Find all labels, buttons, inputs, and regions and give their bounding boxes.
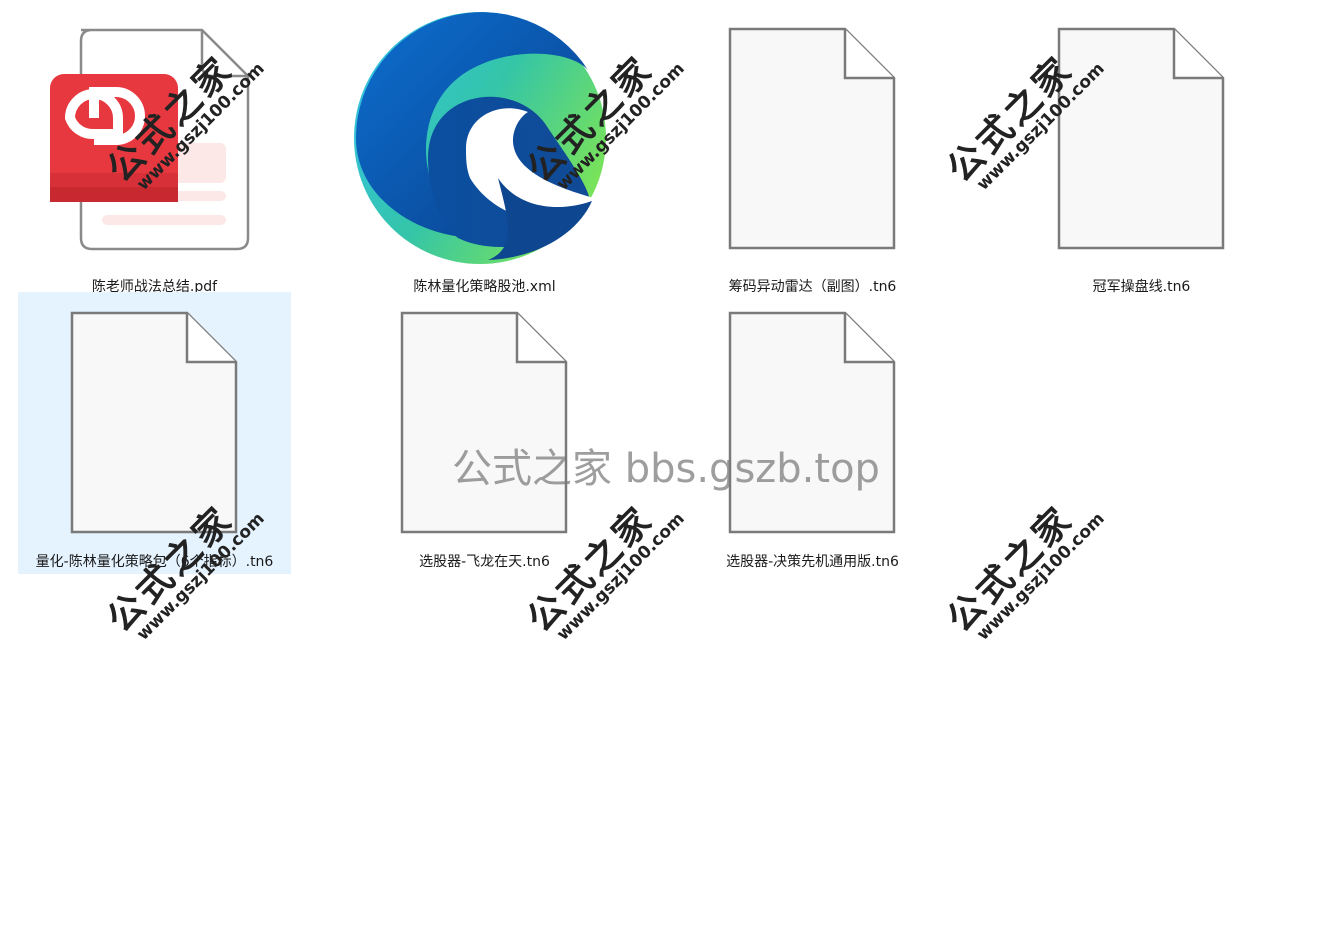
file-explorer-view: 陈老师战法总结.pdf 陈林量化策略股池.xml 筹码异动雷达（副图）.tn6 … — [0, 0, 1337, 930]
blank-file-icon — [18, 292, 291, 552]
file-item-pdf[interactable]: 陈老师战法总结.pdf — [18, 8, 291, 295]
blank-file-icon — [676, 292, 949, 552]
blank-file-icon — [676, 8, 949, 268]
file-name: 选股器-决策先机通用版.tn6 — [726, 554, 899, 570]
blank-file-icon — [1005, 8, 1278, 268]
file-item-tn6[interactable]: 选股器-决策先机通用版.tn6 — [676, 292, 949, 574]
pdf-file-icon — [18, 8, 291, 268]
file-name: 量化-陈林量化策略包（6个指标）.tn6 — [35, 554, 274, 570]
file-item-tn6-selected[interactable]: 量化-陈林量化策略包（6个指标）.tn6 — [18, 292, 291, 574]
blank-file-icon — [348, 292, 621, 552]
file-name: 冠军操盘线.tn6 — [1092, 279, 1191, 295]
edge-browser-icon — [348, 8, 621, 268]
center-watermark: 公式之家 bbs.gszb.top — [452, 446, 880, 492]
file-name: 选股器-飞龙在天.tn6 — [419, 554, 550, 570]
file-item-tn6[interactable]: 选股器-飞龙在天.tn6 — [348, 292, 621, 574]
file-item-tn6[interactable]: 冠军操盘线.tn6 — [1005, 8, 1278, 295]
file-item-tn6[interactable]: 筹码异动雷达（副图）.tn6 — [676, 8, 949, 295]
file-item-xml[interactable]: 陈林量化策略股池.xml — [348, 8, 621, 295]
